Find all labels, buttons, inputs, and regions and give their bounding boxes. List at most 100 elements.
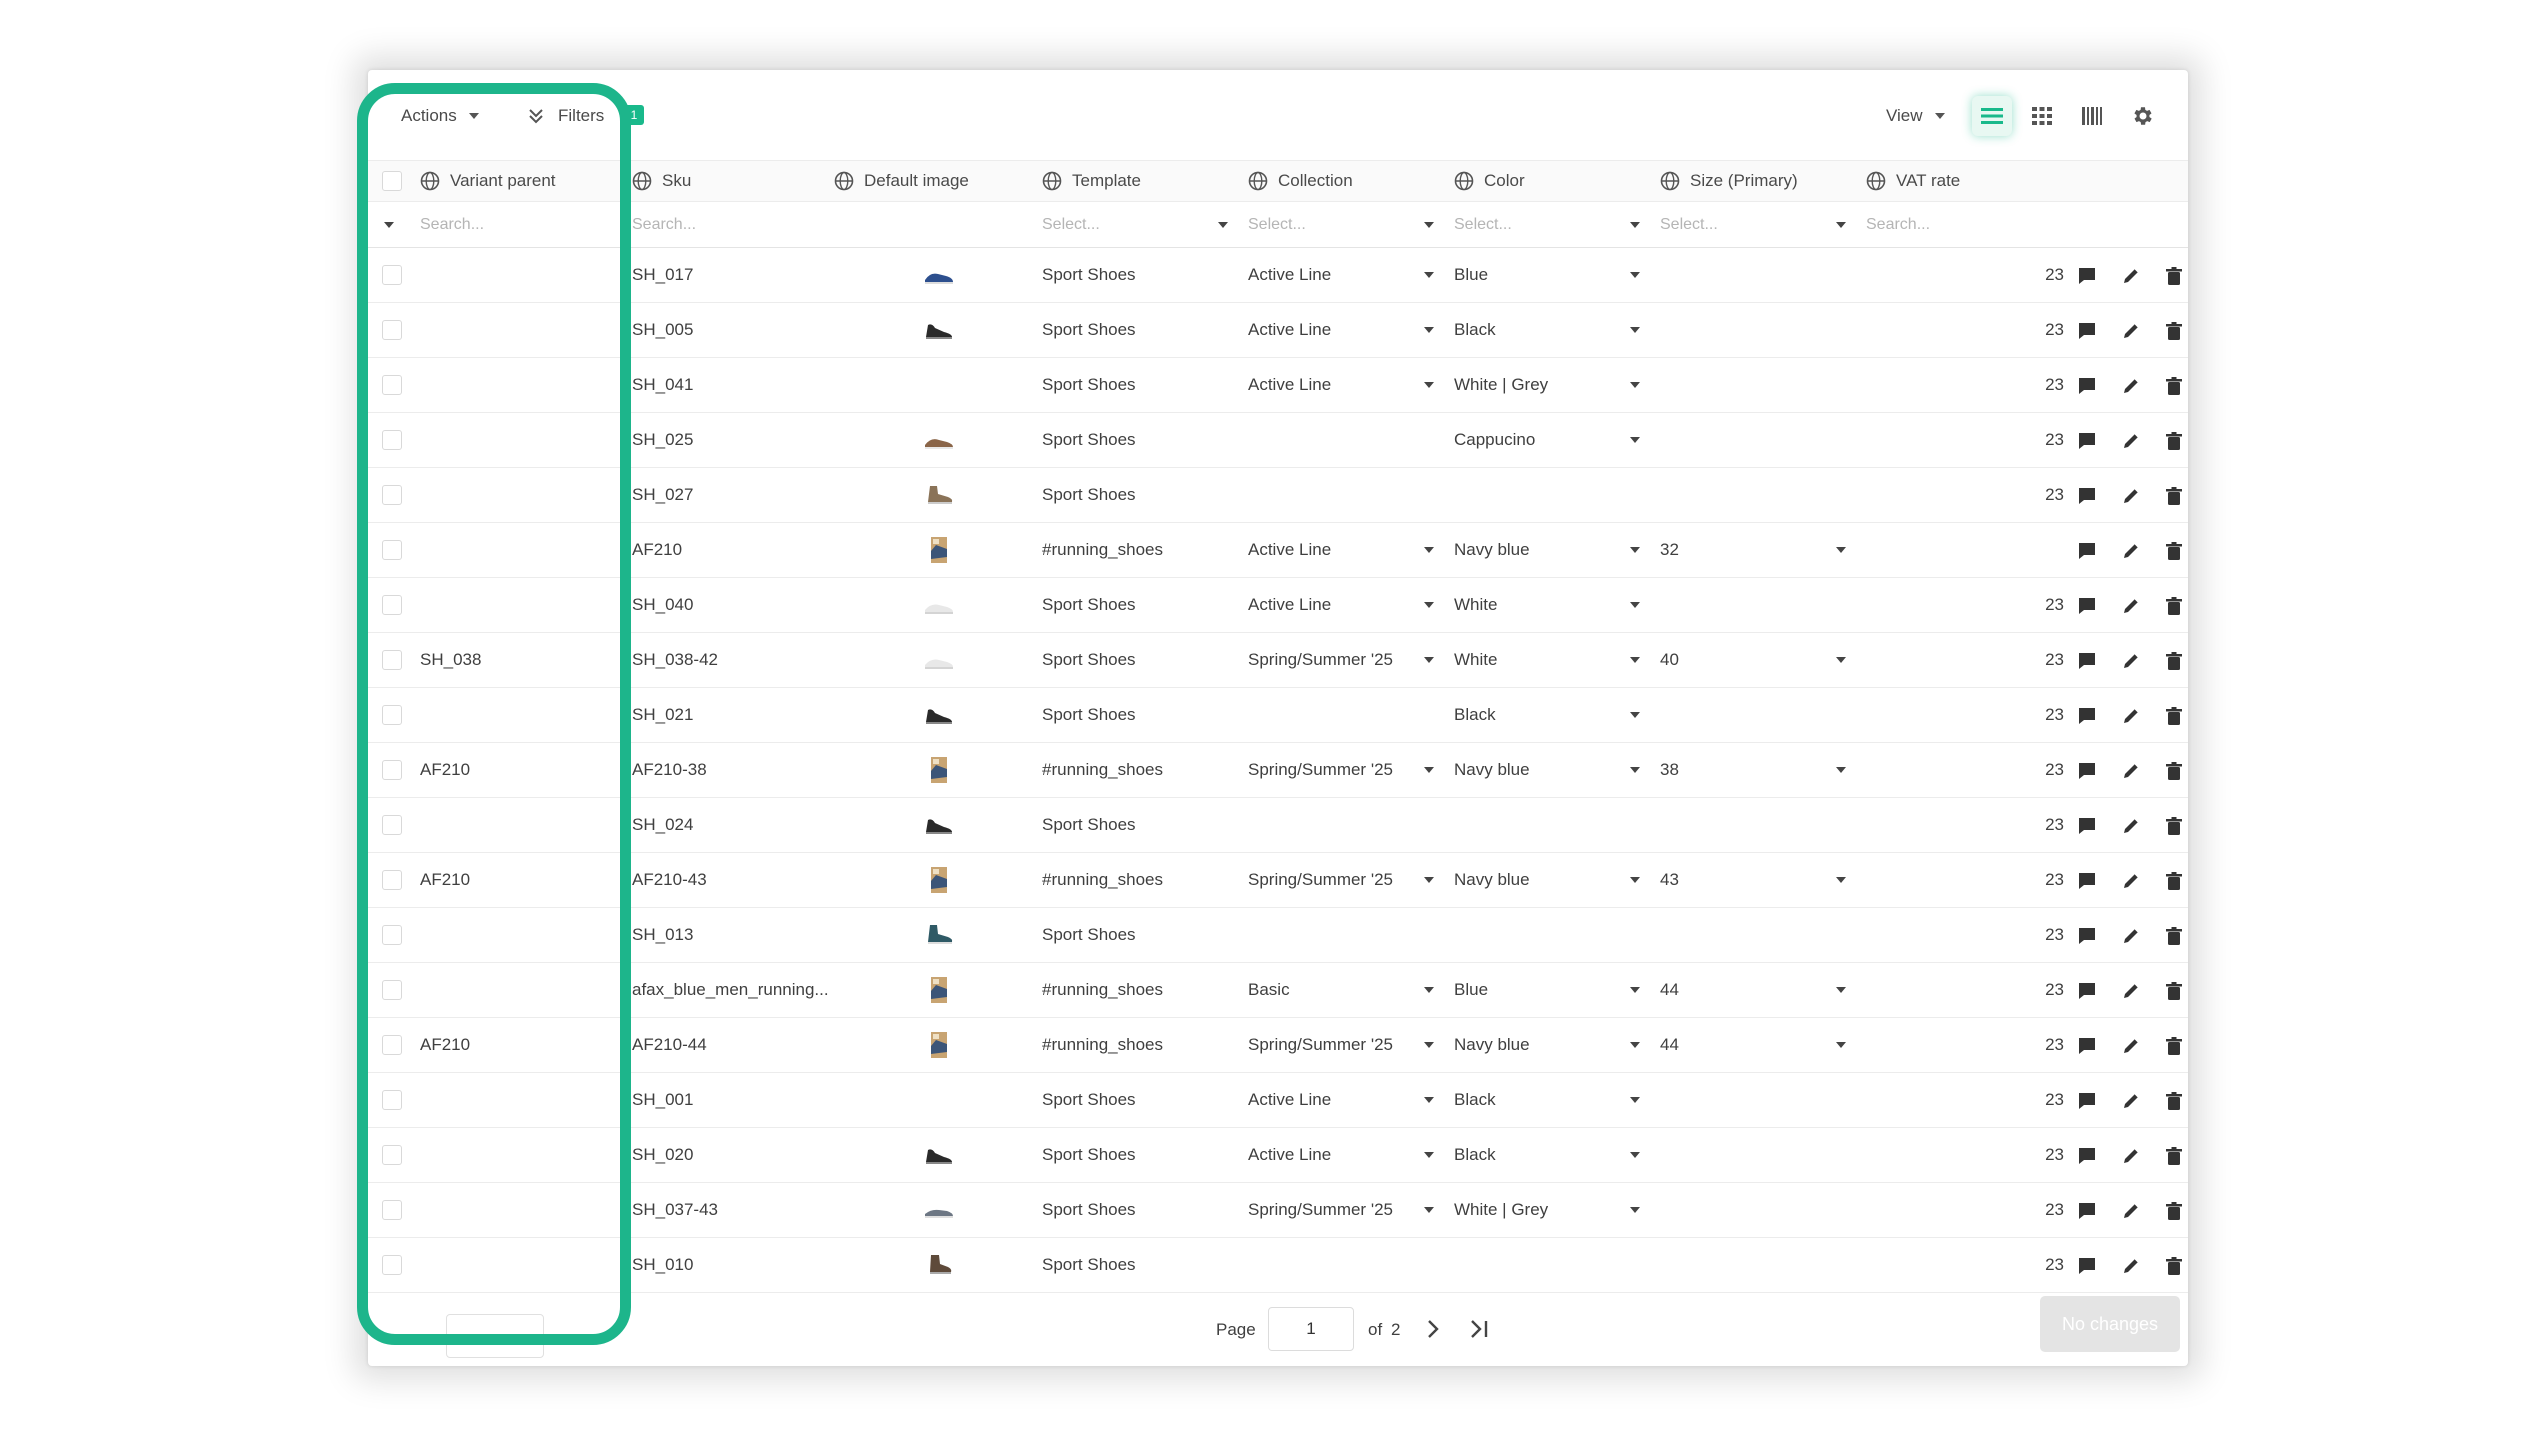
comment-icon[interactable]	[2076, 375, 2098, 397]
table-row[interactable]: SH_041 Sport Shoes Active Line White | Grey…	[368, 358, 2188, 413]
edit-icon[interactable]	[2120, 1255, 2142, 1277]
product-thumbnail[interactable]	[922, 1030, 956, 1060]
view-dropdown[interactable]: View	[1886, 104, 1945, 128]
size-select[interactable]: Select...	[1660, 202, 1846, 247]
color-select[interactable]: Black	[1454, 1073, 1640, 1127]
color-select[interactable]: Blue	[1454, 963, 1640, 1017]
color-select[interactable]: Cappucino	[1454, 413, 1640, 467]
table-row[interactable]: AF210 #running_shoes Active Line Navy blue 3…	[368, 523, 2188, 578]
product-thumbnail[interactable]	[922, 700, 956, 730]
table-row[interactable]: SH_021 Sport Shoes Black 23	[368, 688, 2188, 743]
table-row[interactable]: SH_038 SH_038-42 Sport Shoes Spring/Summer …	[368, 633, 2188, 688]
edit-icon[interactable]	[2120, 650, 2142, 672]
delete-icon[interactable]	[2163, 980, 2185, 1002]
no-changes-button[interactable]: No changes	[2040, 1296, 2180, 1352]
product-thumbnail[interactable]	[922, 1195, 956, 1225]
delete-icon[interactable]	[2163, 375, 2185, 397]
edit-icon[interactable]	[2120, 595, 2142, 617]
table-row[interactable]: SH_024 Sport Shoes 23	[368, 798, 2188, 853]
product-thumbnail[interactable]	[922, 1250, 956, 1280]
column-header-size[interactable]: Size (Primary)	[1660, 161, 1798, 201]
page-number-input[interactable]	[1268, 1307, 1354, 1351]
table-row[interactable]: afax_blue_men_running... #running_shoes Ba…	[368, 963, 2188, 1018]
settings-button[interactable]	[2122, 96, 2162, 136]
edit-icon[interactable]	[2120, 375, 2142, 397]
sku-search-input[interactable]: Search...	[632, 202, 696, 247]
comment-icon[interactable]	[2076, 650, 2098, 672]
color-select[interactable]: Select...	[1454, 202, 1640, 247]
product-thumbnail[interactable]	[922, 590, 956, 620]
delete-icon[interactable]	[2163, 1145, 2185, 1167]
size-select[interactable]: 40	[1660, 633, 1846, 687]
table-row[interactable]: SH_001 Sport Shoes Active Line Black 23	[368, 1073, 2188, 1128]
product-thumbnail[interactable]	[922, 535, 956, 565]
last-page-icon[interactable]	[1468, 1318, 1492, 1340]
edit-icon[interactable]	[2120, 925, 2142, 947]
edit-icon[interactable]	[2120, 760, 2142, 782]
delete-icon[interactable]	[2163, 540, 2185, 562]
edit-icon[interactable]	[2120, 1035, 2142, 1057]
next-page-icon[interactable]	[1424, 1318, 1442, 1340]
size-select[interactable]: 44	[1660, 1018, 1846, 1072]
column-header-sku[interactable]: Sku	[632, 161, 691, 201]
delete-icon[interactable]	[2163, 320, 2185, 342]
color-select[interactable]: White | Grey	[1454, 358, 1640, 412]
list-view-button[interactable]	[1972, 96, 2012, 136]
color-select[interactable]: White | Grey	[1454, 1183, 1640, 1237]
template-select[interactable]: Select...	[1042, 202, 1228, 247]
column-header-color[interactable]: Color	[1454, 161, 1525, 201]
delete-icon[interactable]	[2163, 815, 2185, 837]
color-select[interactable]: Blue	[1454, 248, 1640, 302]
delete-icon[interactable]	[2163, 705, 2185, 727]
edit-icon[interactable]	[2120, 1200, 2142, 1222]
edit-icon[interactable]	[2120, 430, 2142, 452]
collection-select[interactable]: Active Line	[1248, 248, 1434, 302]
collection-select[interactable]: Active Line	[1248, 578, 1434, 632]
delete-icon[interactable]	[2163, 485, 2185, 507]
edit-icon[interactable]	[2120, 815, 2142, 837]
table-row[interactable]: AF210 AF210-38 #running_shoes Spring/Summer…	[368, 743, 2188, 798]
table-row[interactable]: SH_037-43 Sport Shoes Spring/Summer '25 Whi…	[368, 1183, 2188, 1238]
comment-icon[interactable]	[2076, 430, 2098, 452]
delete-icon[interactable]	[2163, 430, 2185, 452]
edit-icon[interactable]	[2120, 1145, 2142, 1167]
product-thumbnail[interactable]	[922, 1140, 956, 1170]
column-header-default-image[interactable]: Default image	[834, 161, 969, 201]
table-row[interactable]: SH_025 Sport Shoes Cappucino 23	[368, 413, 2188, 468]
comment-icon[interactable]	[2076, 925, 2098, 947]
table-row[interactable]: SH_040 Sport Shoes Active Line White 23	[368, 578, 2188, 633]
table-row[interactable]: SH_017 Sport Shoes Active Line Blue 23	[368, 248, 2188, 303]
collection-select[interactable]: Spring/Summer '25	[1248, 743, 1434, 797]
delete-icon[interactable]	[2163, 1035, 2185, 1057]
color-select[interactable]: Black	[1454, 1128, 1640, 1182]
color-select[interactable]: Navy blue	[1454, 743, 1640, 797]
delete-icon[interactable]	[2163, 595, 2185, 617]
collection-select[interactable]: Spring/Summer '25	[1248, 1018, 1434, 1072]
color-select[interactable]: Navy blue	[1454, 1018, 1640, 1072]
color-select[interactable]: Navy blue	[1454, 853, 1640, 907]
comment-icon[interactable]	[2076, 1090, 2098, 1112]
collection-select[interactable]: Select...	[1248, 202, 1434, 247]
product-thumbnail[interactable]	[922, 425, 956, 455]
color-select[interactable]: Navy blue	[1454, 523, 1640, 577]
collection-select[interactable]: Active Line	[1248, 1073, 1434, 1127]
product-thumbnail[interactable]	[922, 315, 956, 345]
product-thumbnail[interactable]	[922, 920, 956, 950]
comment-icon[interactable]	[2076, 760, 2098, 782]
table-row[interactable]: AF210 AF210-43 #running_shoes Spring/Summer…	[368, 853, 2188, 908]
comment-icon[interactable]	[2076, 265, 2098, 287]
product-thumbnail[interactable]	[922, 865, 956, 895]
column-header-collection[interactable]: Collection	[1248, 161, 1353, 201]
collection-select[interactable]: Active Line	[1248, 303, 1434, 357]
edit-icon[interactable]	[2120, 870, 2142, 892]
comment-icon[interactable]	[2076, 815, 2098, 837]
color-select[interactable]: Black	[1454, 688, 1640, 742]
comment-icon[interactable]	[2076, 1035, 2098, 1057]
delete-icon[interactable]	[2163, 1255, 2185, 1277]
product-thumbnail[interactable]	[922, 260, 956, 290]
comment-icon[interactable]	[2076, 540, 2098, 562]
delete-icon[interactable]	[2163, 265, 2185, 287]
collection-select[interactable]: Basic	[1248, 963, 1434, 1017]
comment-icon[interactable]	[2076, 595, 2098, 617]
collection-select[interactable]: Spring/Summer '25	[1248, 853, 1434, 907]
